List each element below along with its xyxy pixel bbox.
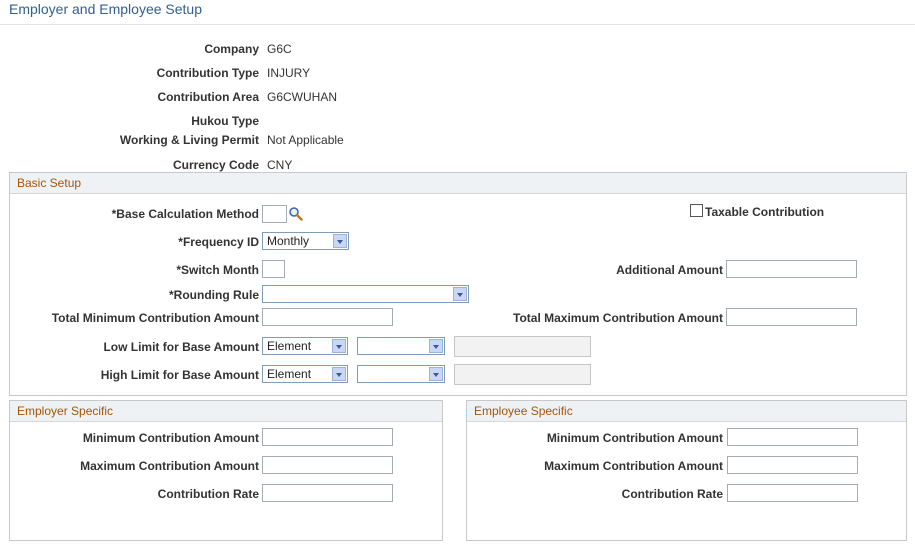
employer-min-input[interactable]: [262, 428, 393, 446]
high-limit-sub-select[interactable]: [357, 365, 445, 383]
base-calc-input[interactable]: [262, 205, 287, 223]
contribution-type-label: Contribution Type: [156, 66, 259, 80]
employer-header: Employer Specific: [10, 401, 442, 422]
switch-month-label: *Switch Month: [176, 263, 259, 277]
rounding-select[interactable]: [262, 285, 469, 303]
frequency-value: Monthly: [267, 234, 310, 248]
permit-label: Working & Living Permit: [119, 133, 259, 147]
chevron-down-icon[interactable]: [333, 234, 347, 248]
taxable-checkbox[interactable]: [690, 204, 703, 217]
high-limit-type-select[interactable]: Element: [262, 365, 348, 383]
low-limit-label: Low Limit for Base Amount: [103, 340, 259, 354]
employer-rate-input[interactable]: [262, 484, 393, 502]
employee-min-label: Minimum Contribution Amount: [546, 431, 723, 445]
chevron-down-icon[interactable]: [332, 339, 346, 353]
chevron-down-icon[interactable]: [429, 367, 443, 381]
low-limit-type-select[interactable]: Element: [262, 337, 348, 355]
total-min-label: Total Minimum Contribution Amount: [51, 311, 259, 325]
chevron-down-icon[interactable]: [453, 287, 467, 301]
additional-amount-input[interactable]: [726, 260, 857, 278]
employer-rate-label: Contribution Rate: [157, 487, 259, 501]
employee-min-input[interactable]: [727, 428, 858, 446]
high-limit-type-value: Element: [267, 367, 312, 381]
base-calc-label: *Base Calculation Method: [111, 207, 259, 221]
frequency-label: *Frequency ID: [178, 235, 259, 249]
employee-max-input[interactable]: [727, 456, 858, 474]
employee-max-label: Maximum Contribution Amount: [544, 459, 723, 473]
currency-value: CNY: [267, 158, 293, 172]
contribution-area-value: G6CWUHAN: [267, 90, 338, 104]
employer-min-label: Minimum Contribution Amount: [82, 431, 259, 445]
employee-rate-label: Contribution Rate: [621, 487, 723, 501]
employee-rate-input[interactable]: [727, 484, 858, 502]
employer-max-label: Maximum Contribution Amount: [80, 459, 259, 473]
chevron-down-icon[interactable]: [332, 367, 346, 381]
basic-setup-header: Basic Setup: [10, 173, 906, 194]
employee-header: Employee Specific: [467, 401, 906, 422]
taxable-label: Taxable Contribution: [705, 205, 825, 219]
company-value: G6C: [267, 42, 292, 56]
magnifier-icon[interactable]: [288, 206, 303, 221]
employee-title: Employee Specific: [474, 404, 573, 418]
contribution-area-label: Contribution Area: [157, 90, 259, 104]
frequency-select[interactable]: Monthly: [262, 232, 349, 250]
low-limit-type-value: Element: [267, 339, 312, 353]
total-min-input[interactable]: [262, 308, 393, 326]
employer-max-input[interactable]: [262, 456, 393, 474]
high-limit-value-field: [454, 364, 591, 385]
rounding-label: *Rounding Rule: [169, 288, 259, 302]
total-max-input[interactable]: [726, 308, 857, 326]
high-limit-label: High Limit for Base Amount: [100, 368, 259, 382]
employer-title: Employer Specific: [17, 404, 114, 418]
basic-setup-title: Basic Setup: [17, 176, 82, 190]
contribution-type-value: INJURY: [267, 66, 311, 80]
title-divider: [0, 24, 915, 25]
hukou-type-label: Hukou Type: [191, 114, 259, 128]
permit-value: Not Applicable: [267, 133, 344, 147]
low-limit-sub-select[interactable]: [357, 337, 445, 355]
low-limit-value-field: [454, 336, 591, 357]
company-label: Company: [204, 42, 259, 56]
total-max-label: Total Maximum Contribution Amount: [513, 311, 723, 325]
switch-month-input[interactable]: [262, 260, 285, 278]
chevron-down-icon[interactable]: [429, 339, 443, 353]
currency-label: Currency Code: [172, 158, 259, 172]
page-title: Employer and Employee Setup: [9, 1, 202, 17]
additional-amount-label: Additional Amount: [616, 263, 723, 277]
